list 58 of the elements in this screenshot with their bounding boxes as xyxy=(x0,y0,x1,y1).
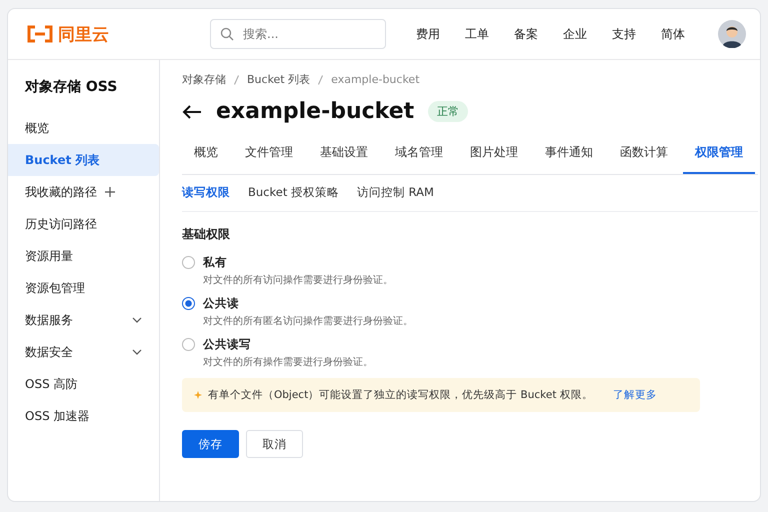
tab[interactable]: 权限管理 xyxy=(683,134,755,174)
nav-link[interactable]: 企业 xyxy=(563,26,587,42)
back-arrow-icon[interactable] xyxy=(182,104,202,120)
sidebar-item[interactable]: OSS 高防 xyxy=(8,368,159,400)
logo-text: 同里云 xyxy=(58,24,109,46)
nav-link[interactable]: 支持 xyxy=(612,26,636,42)
sparkle-icon xyxy=(194,391,202,399)
nav-link[interactable]: 备案 xyxy=(514,26,538,42)
nav-link[interactable]: 费用 xyxy=(416,26,440,42)
radio-button[interactable] xyxy=(182,338,195,351)
tab[interactable]: 事件通知 xyxy=(533,134,605,174)
status-tag: 正常 xyxy=(428,101,468,122)
sidebar-item[interactable]: 数据服务 xyxy=(8,304,159,336)
chevron-down-icon[interactable] xyxy=(132,349,142,355)
radio-button[interactable] xyxy=(182,297,195,310)
notice-text: 有单个文件（Object）可能设置了独立的读写权限，优先级高于 Bucket 权限。 xyxy=(208,388,593,402)
sidebar-item[interactable]: 资源用量 xyxy=(8,240,159,272)
sidebar-item[interactable]: 数据安全 xyxy=(8,336,159,368)
sidebar-item[interactable]: 概览 xyxy=(8,112,159,144)
section-title: 基础权限 xyxy=(182,226,231,243)
cancel-button[interactable]: 取消 xyxy=(246,430,303,458)
option-label: 私有 xyxy=(203,255,228,270)
plus-icon[interactable] xyxy=(105,187,115,197)
breadcrumb-link[interactable]: Bucket 列表 xyxy=(247,72,310,87)
tab[interactable]: 基础设置 xyxy=(308,134,380,174)
sidebar-item[interactable]: 历史访问路径 xyxy=(8,208,159,240)
tab[interactable]: 图片处理 xyxy=(458,134,530,174)
nav-link[interactable]: 工单 xyxy=(465,26,489,42)
tab[interactable]: 函数计算 xyxy=(608,134,680,174)
option-label: 公共读 xyxy=(203,296,240,311)
sidebar-title: 对象存储 OSS xyxy=(24,78,118,97)
save-button[interactable]: 傍存 xyxy=(182,430,239,458)
breadcrumb-link[interactable]: 对象存储 xyxy=(182,72,226,87)
sidebar-item[interactable]: 资源包管理 xyxy=(8,272,159,304)
page-title: example-bucket xyxy=(216,99,414,124)
sidebar-item[interactable]: Bucket 列表 xyxy=(8,144,159,176)
nav-link[interactable]: 简体 xyxy=(661,26,685,42)
option-description: 对文件的所有操作需要进行身份验证。 xyxy=(203,356,373,369)
chevron-down-icon[interactable] xyxy=(132,317,142,323)
sidebar-item[interactable]: 我收藏的路径 xyxy=(8,176,159,208)
breadcrumb-link[interactable]: example-bucket xyxy=(331,73,420,86)
sidebar-item[interactable]: OSS 加速器 xyxy=(8,400,159,432)
option-label: 公共读写 xyxy=(203,337,252,352)
avatar-icon[interactable] xyxy=(718,20,746,48)
sub-tab[interactable]: 读写权限 xyxy=(182,181,238,204)
radio-button[interactable] xyxy=(182,256,195,269)
tab[interactable]: 文件管理 xyxy=(233,134,305,174)
tab[interactable]: 概览 xyxy=(182,134,230,174)
option-description: 对文件的所有匿名访问操作需要进行身份验证。 xyxy=(203,314,413,328)
logo-icon xyxy=(26,25,54,43)
learn-more-link[interactable]: 了解更多 xyxy=(612,388,657,402)
tab[interactable]: 域名管理 xyxy=(383,134,455,174)
sub-tab[interactable]: Bucket 授权策略 xyxy=(248,181,347,204)
sub-tab[interactable]: 访问控制 RAM xyxy=(357,181,442,204)
slash-icon xyxy=(234,74,239,84)
slash-icon xyxy=(318,74,324,84)
option-description: 对文件的所有访问操作需要进行身份验证。 xyxy=(203,274,393,287)
search-field[interactable]: 搜索... xyxy=(210,19,386,49)
